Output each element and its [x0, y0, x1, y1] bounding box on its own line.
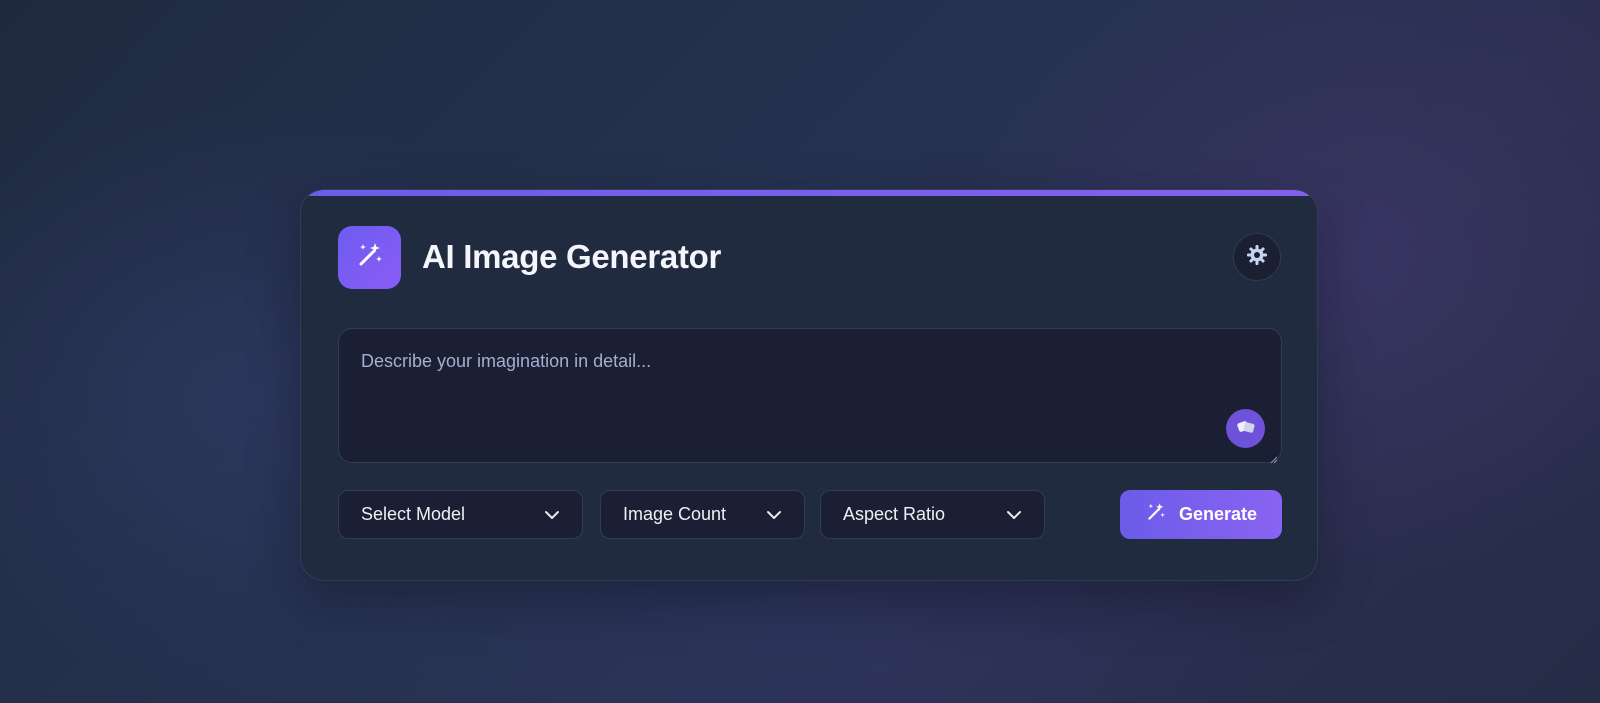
- chevron-down-icon: [544, 504, 560, 525]
- chevron-down-icon: [766, 504, 782, 525]
- card-header: AI Image Generator: [338, 225, 1281, 289]
- generate-button-label: Generate: [1178, 504, 1258, 524]
- chevron-down-icon: [1006, 504, 1022, 525]
- controls-row: Select Model Image Count Aspect Ratio Ge…: [338, 490, 1282, 539]
- card-accent-bar: [301, 190, 1317, 196]
- aspect-ratio-select-label: Aspect Ratio: [843, 504, 946, 524]
- theme-toggle-button[interactable]: [1233, 233, 1281, 281]
- random-prompt-button[interactable]: [1226, 409, 1265, 448]
- magic-wand-icon: [1145, 501, 1167, 528]
- sun-gear-icon: [1246, 244, 1268, 271]
- aspect-ratio-select[interactable]: Aspect Ratio: [820, 490, 1045, 539]
- prompt-input[interactable]: [339, 329, 1281, 462]
- generate-button[interactable]: Generate: [1120, 490, 1282, 539]
- resize-handle[interactable]: [1270, 451, 1278, 464]
- magic-wand-icon: [355, 240, 385, 275]
- app-logo: [338, 225, 401, 289]
- dice-icon: [1236, 417, 1256, 440]
- model-select-label: Select Model: [361, 504, 466, 524]
- page-title: AI Image Generator: [422, 238, 722, 275]
- generator-card: AI Image Generator Describe your imagina…: [300, 189, 1318, 581]
- prompt-container: [338, 328, 1282, 464]
- image-count-select[interactable]: Image Count: [600, 490, 805, 539]
- image-count-select-label: Image Count: [623, 504, 727, 524]
- model-select[interactable]: Select Model: [338, 490, 583, 539]
